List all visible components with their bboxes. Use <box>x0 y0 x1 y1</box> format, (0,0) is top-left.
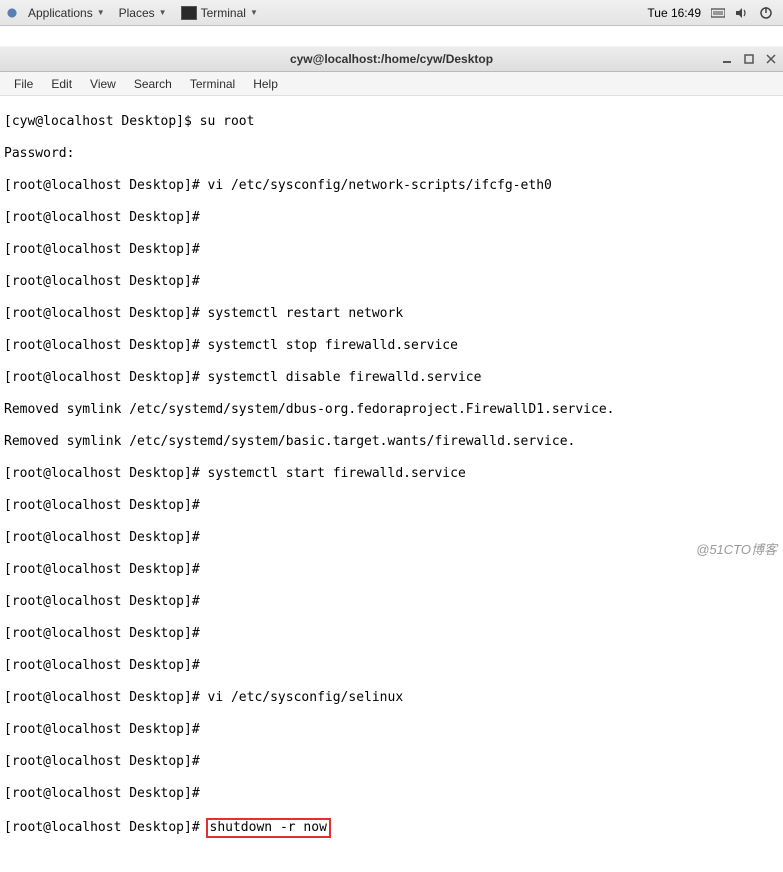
terminal-launcher[interactable]: Terminal ▼ <box>175 4 264 22</box>
maximize-icon <box>744 54 754 64</box>
chevron-down-icon: ▼ <box>159 8 167 17</box>
term-line: [root@localhost Desktop]# shutdown -r no… <box>4 818 779 838</box>
term-line: Password: <box>4 146 779 162</box>
term-line: Removed symlink /etc/systemd/system/basi… <box>4 434 779 450</box>
term-line: [root@localhost Desktop]# <box>4 658 779 674</box>
terminal-window: cyw@localhost:/home/cyw/Desktop File Edi… <box>0 46 783 872</box>
menubar: File Edit View Search Terminal Help <box>0 72 783 96</box>
menu-terminal[interactable]: Terminal <box>182 74 243 94</box>
term-line: [root@localhost Desktop]# <box>4 722 779 738</box>
highlighted-command: shutdown -r now <box>206 818 331 838</box>
term-line: [root@localhost Desktop]# <box>4 498 779 514</box>
term-line: [root@localhost Desktop]# <box>4 242 779 258</box>
terminal-icon <box>181 6 197 20</box>
chevron-down-icon: ▼ <box>97 8 105 17</box>
term-line: [root@localhost Desktop]# <box>4 210 779 226</box>
applications-label: Applications <box>28 6 93 20</box>
volume-icon[interactable] <box>735 6 749 20</box>
prompt-text: [root@localhost Desktop]# <box>4 820 208 835</box>
panel-right: Tue 16:49 <box>647 6 779 20</box>
window-controls <box>719 51 779 67</box>
top-panel: Applications ▼ Places ▼ Terminal ▼ Tue 1… <box>0 0 783 26</box>
minimize-icon <box>722 54 732 64</box>
term-line: [root@localhost Desktop]# <box>4 786 779 802</box>
term-line: [cyw@localhost Desktop]$ su root <box>4 114 779 130</box>
term-line: [root@localhost Desktop]# <box>4 562 779 578</box>
places-menu[interactable]: Places ▼ <box>113 4 173 22</box>
clock[interactable]: Tue 16:49 <box>647 6 701 20</box>
minimize-button[interactable] <box>719 51 735 67</box>
places-label: Places <box>119 6 155 20</box>
term-line: [root@localhost Desktop]# systemctl rest… <box>4 306 779 322</box>
term-line: [root@localhost Desktop]# <box>4 626 779 642</box>
term-line: [root@localhost Desktop]# vi /etc/syscon… <box>4 178 779 194</box>
term-line: [root@localhost Desktop]# <box>4 594 779 610</box>
keyboard-icon[interactable] <box>711 6 725 20</box>
term-line: [root@localhost Desktop]# systemctl stop… <box>4 338 779 354</box>
gnome-logo-icon <box>4 5 20 21</box>
chevron-down-icon: ▼ <box>250 8 258 17</box>
window-title: cyw@localhost:/home/cyw/Desktop <box>0 52 783 66</box>
term-line: [root@localhost Desktop]# <box>4 754 779 770</box>
term-line: Removed symlink /etc/systemd/system/dbus… <box>4 402 779 418</box>
watermark: @51CTO博客 <box>696 539 777 558</box>
close-icon <box>766 54 776 64</box>
menu-file[interactable]: File <box>6 74 41 94</box>
menu-edit[interactable]: Edit <box>43 74 80 94</box>
menu-help[interactable]: Help <box>245 74 286 94</box>
power-icon[interactable] <box>759 6 773 20</box>
applications-menu[interactable]: Applications ▼ <box>22 4 111 22</box>
term-line: [root@localhost Desktop]# systemctl disa… <box>4 370 779 386</box>
term-line: [root@localhost Desktop]# vi /etc/syscon… <box>4 690 779 706</box>
menu-search[interactable]: Search <box>126 74 180 94</box>
maximize-button[interactable] <box>741 51 757 67</box>
term-line: [root@localhost Desktop]# systemctl star… <box>4 466 779 482</box>
panel-left: Applications ▼ Places ▼ Terminal ▼ <box>4 4 264 22</box>
menu-view[interactable]: View <box>82 74 124 94</box>
term-line: [root@localhost Desktop]# <box>4 530 779 546</box>
desktop-gap <box>0 26 783 46</box>
terminal-launcher-label: Terminal <box>201 6 246 20</box>
terminal-content[interactable]: [cyw@localhost Desktop]$ su root Passwor… <box>0 96 783 872</box>
term-line: [root@localhost Desktop]# <box>4 274 779 290</box>
close-button[interactable] <box>763 51 779 67</box>
titlebar[interactable]: cyw@localhost:/home/cyw/Desktop <box>0 46 783 72</box>
